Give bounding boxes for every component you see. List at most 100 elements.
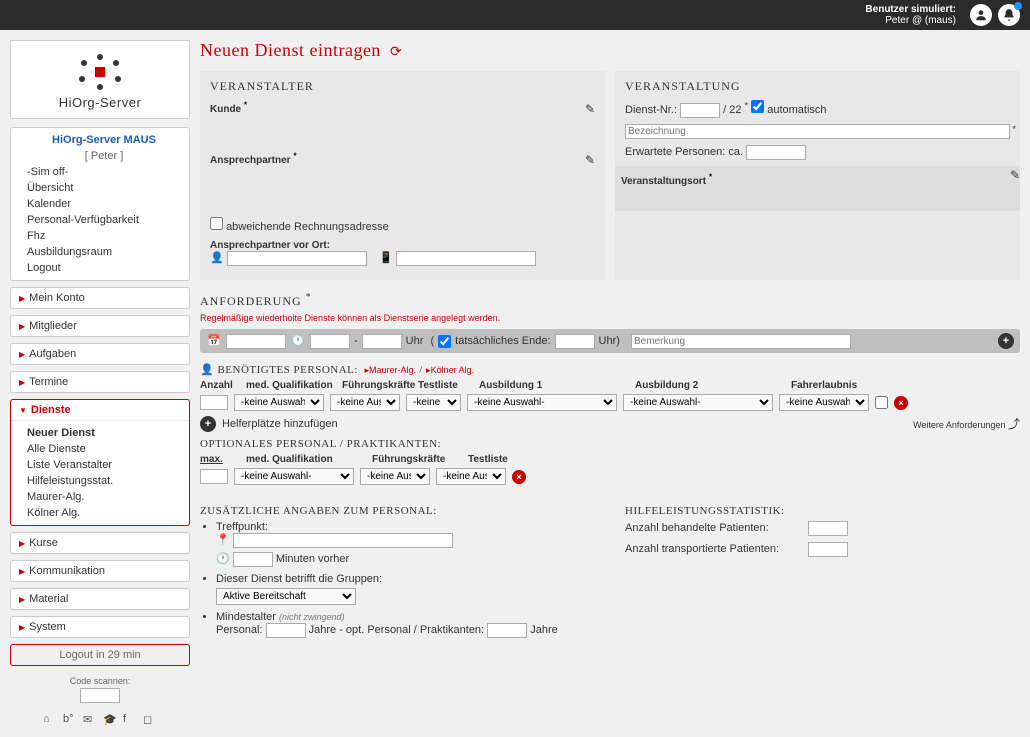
sidebar-panel-aufgaben[interactable]: Aufgaben (10, 343, 190, 365)
delete-row-button[interactable]: × (894, 396, 908, 410)
testliste-select[interactable]: -keine Auswahl- (406, 394, 461, 411)
opt-medqual-select[interactable]: -keine Auswahl- (234, 468, 354, 485)
maurer-link[interactable]: Maurer-Alg. (369, 365, 416, 375)
home-icon[interactable]: ⌂ (43, 713, 57, 727)
pers-label: Personal: (216, 624, 262, 636)
calendar-icon[interactable]: 📅 (206, 333, 222, 349)
time-end-input[interactable] (362, 334, 402, 349)
time-start-input[interactable] (310, 334, 350, 349)
sidebar-panel-header[interactable]: Mitglieder (11, 316, 189, 336)
timing-bar: 📅 🕐 - Uhr ( tatsächliches Ende: Uhr) + (200, 329, 1020, 353)
sidebar-panel-kommunikation[interactable]: Kommunikation (10, 560, 190, 582)
fuehrung-select[interactable]: -keine Auswahl- (330, 394, 400, 411)
link-sep: / (419, 364, 423, 376)
tats-checkbox[interactable] (438, 335, 451, 348)
sidebar-panel-termine[interactable]: Termine (10, 371, 190, 393)
ort-label: Veranstaltungsort * (621, 176, 712, 187)
qr-input[interactable] (80, 688, 120, 703)
optional-headers: max. med. Qualifikation Führungskräfte T… (200, 454, 1020, 465)
person-icon: 👤 (200, 364, 214, 376)
sidebar-item-maureralg[interactable]: Maurer-Alg. (11, 489, 189, 505)
logout-timer[interactable]: Logout in 29 min (10, 644, 190, 666)
pers-jahre-input[interactable] (266, 623, 306, 638)
auto-checkbox[interactable] (751, 100, 764, 113)
sidebar-panel-header[interactable]: Material (11, 589, 189, 609)
mindestalter-label: Mindestalter (216, 611, 276, 623)
sidebar-panel-meinkonto[interactable]: Mein Konto (10, 287, 190, 309)
tats-input[interactable] (555, 334, 595, 349)
veranstalter-heading: VERANSTALTER (210, 79, 595, 94)
treffpunkt-input[interactable] (233, 533, 453, 548)
transportierte-input[interactable] (808, 542, 848, 557)
sidebar-panel-header[interactable]: Mein Konto (11, 288, 189, 308)
anforderung-hint[interactable]: Regelmäßige wiederholte Dienste können a… (200, 313, 1020, 323)
anzahl-input[interactable] (200, 395, 228, 410)
sidebar-item-fhz[interactable]: Fhz (11, 228, 189, 244)
hdr-opt-fuehrung: Führungskräfte (372, 454, 462, 465)
instagram-icon[interactable]: ◻ (143, 713, 157, 727)
sidebar-panel-header-dienste[interactable]: Dienste (11, 400, 189, 421)
date-input[interactable] (226, 334, 286, 349)
behandelte-input[interactable] (808, 521, 848, 536)
veranstalter-card: VERANSTALTER Kunde * Ansprechpartner * a… (200, 71, 605, 280)
row-checkbox[interactable] (875, 396, 888, 409)
sidebar-org-title[interactable]: HiOrg-Server MAUS (11, 132, 189, 148)
bezeichnung-input[interactable] (625, 124, 1010, 139)
sidebar-item-hilfeleistungsstat[interactable]: Hilfeleistungsstat. (11, 473, 189, 489)
blog-icon[interactable]: b° (63, 713, 77, 727)
user-menu-icon[interactable] (970, 4, 992, 26)
chat-icon[interactable]: ✉ (83, 713, 97, 727)
gruppen-select[interactable]: Aktive Bereitschaft (216, 588, 356, 605)
optional-row: -keine Auswahl- -keine Auswahl- -keine A… (200, 468, 1020, 485)
add-personal-label: Helferplätze hinzufügen (222, 418, 338, 430)
edit-ansprechpartner-icon[interactable] (585, 153, 595, 167)
edit-kunde-icon[interactable] (585, 102, 595, 116)
ausb1-select[interactable]: -keine Auswahl- (467, 394, 617, 411)
sidebar-item-neuerdienst[interactable]: Neuer Dienst (11, 425, 189, 441)
refresh-icon[interactable]: ⟳ (390, 45, 402, 60)
clock-icon: 🕐 (216, 552, 230, 565)
sidebar-panel-header[interactable]: Kommunikation (11, 561, 189, 581)
weitere-link[interactable]: Weitere Anforderungen ⤴ (913, 415, 1020, 432)
opt-max-input[interactable] (200, 469, 228, 484)
minuten-input[interactable] (233, 552, 273, 567)
hdr-anzahl: Anzahl (200, 380, 240, 391)
ausb2-select[interactable]: -keine Auswahl- (623, 394, 773, 411)
sidebar-item-listeveranstalter[interactable]: Liste Veranstalter (11, 457, 189, 473)
opt-fuehrung-select[interactable]: -keine Auswahl- (360, 468, 430, 485)
grad-icon[interactable]: 🎓 (103, 713, 117, 727)
bemerkung-input[interactable] (631, 334, 851, 349)
medqual-select[interactable]: -keine Auswahl- (234, 394, 324, 411)
sidebar-panel-system[interactable]: System (10, 616, 190, 638)
sidebar-panel-material[interactable]: Material (10, 588, 190, 610)
facebook-icon[interactable]: f (123, 713, 137, 727)
sidebar-item-verfuegbarkeit[interactable]: Personal-Verfügbarkeit (11, 212, 189, 228)
vorort-phone-input[interactable] (396, 251, 536, 266)
notification-icon[interactable] (998, 4, 1020, 26)
add-personal-button[interactable]: + (200, 416, 216, 432)
vorort-name-input[interactable] (227, 251, 367, 266)
edit-ort-icon[interactable] (1010, 168, 1020, 182)
abweichende-checkbox[interactable] (210, 217, 223, 230)
delete-opt-row-button[interactable]: × (512, 470, 526, 484)
koelner-link[interactable]: Kölner Alg. (431, 365, 475, 375)
sidebar-panel-kurse[interactable]: Kurse (10, 532, 190, 554)
sidebar-panel-header[interactable]: Aufgaben (11, 344, 189, 364)
sidebar-panel-mitglieder[interactable]: Mitglieder (10, 315, 190, 337)
opt-jahre-input[interactable] (487, 623, 527, 638)
sidebar-panel-header[interactable]: Kurse (11, 533, 189, 553)
add-timing-button[interactable]: + (998, 333, 1014, 349)
sidebar-item-alledienste[interactable]: Alle Dienste (11, 441, 189, 457)
opt-testliste-select[interactable]: -keine Auswahl- (436, 468, 506, 485)
fahr-select[interactable]: -keine Auswahl- (779, 394, 869, 411)
sidebar-item-simoff[interactable]: -Sim off- (11, 164, 189, 180)
dienstnr-input[interactable] (680, 103, 720, 118)
erwartete-input[interactable] (746, 145, 806, 160)
sidebar-item-koelneralg[interactable]: Kölner Alg. (11, 505, 189, 521)
sidebar-item-uebersicht[interactable]: Übersicht (11, 180, 189, 196)
sidebar-item-ausbildungsraum[interactable]: Ausbildungsraum (11, 244, 189, 260)
sidebar-panel-header[interactable]: Termine (11, 372, 189, 392)
sidebar-item-kalender[interactable]: Kalender (11, 196, 189, 212)
sidebar-panel-header[interactable]: System (11, 617, 189, 637)
sidebar-item-logout[interactable]: Logout (11, 260, 189, 276)
